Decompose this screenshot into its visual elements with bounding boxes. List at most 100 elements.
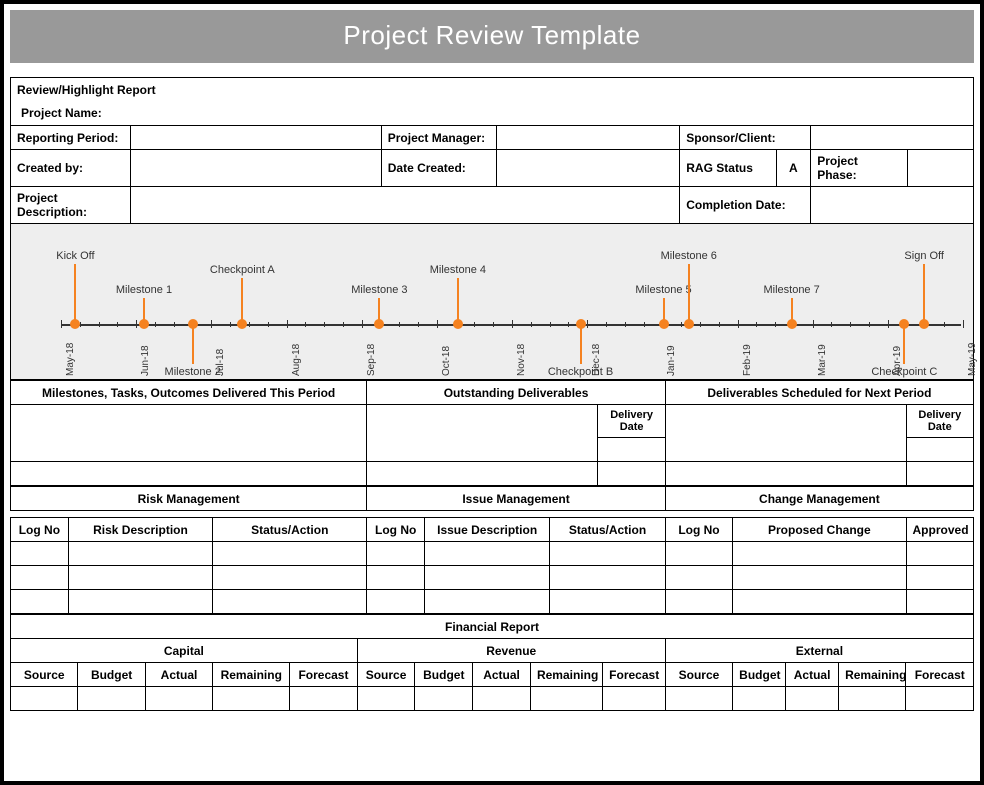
milestone-label: Kick Off bbox=[56, 250, 94, 262]
cell[interactable] bbox=[415, 687, 473, 711]
cell[interactable] bbox=[213, 542, 367, 566]
deliverables-cell[interactable] bbox=[11, 405, 367, 462]
outstanding-item[interactable] bbox=[367, 405, 598, 462]
cell[interactable] bbox=[473, 687, 531, 711]
management-detail-table: Log No Risk Description Status/Action Lo… bbox=[10, 517, 974, 614]
rag-status-label: RAG Status bbox=[680, 150, 776, 187]
tick-label: May-18 bbox=[65, 343, 76, 376]
log-no-header: Log No bbox=[665, 518, 732, 542]
outstanding-item[interactable] bbox=[367, 462, 598, 486]
tick-label: May-19 bbox=[967, 343, 978, 376]
cell[interactable] bbox=[425, 566, 550, 590]
cell[interactable] bbox=[550, 566, 666, 590]
delivery-date-value[interactable] bbox=[906, 438, 973, 462]
status-action-header: Status/Action bbox=[213, 518, 367, 542]
cell[interactable] bbox=[11, 590, 69, 614]
cell[interactable] bbox=[733, 566, 906, 590]
source-header: Source bbox=[11, 663, 78, 687]
completion-date-label: Completion Date: bbox=[680, 187, 811, 224]
deliverables-cell[interactable] bbox=[11, 462, 367, 486]
remaining-header: Remaining bbox=[839, 663, 906, 687]
cell[interactable] bbox=[357, 687, 415, 711]
cell[interactable] bbox=[906, 542, 973, 566]
delivery-date-value[interactable] bbox=[906, 462, 973, 486]
cell[interactable] bbox=[733, 542, 906, 566]
remaining-header: Remaining bbox=[213, 663, 290, 687]
cell[interactable] bbox=[733, 590, 906, 614]
cell[interactable] bbox=[213, 566, 367, 590]
cell[interactable] bbox=[78, 687, 145, 711]
cell[interactable] bbox=[68, 542, 212, 566]
delivery-date-value[interactable] bbox=[598, 462, 665, 486]
milestone-label: Milestone 6 bbox=[661, 250, 717, 262]
project-phase-value[interactable] bbox=[907, 150, 973, 187]
cell[interactable] bbox=[213, 590, 367, 614]
cell[interactable] bbox=[425, 542, 550, 566]
cell[interactable] bbox=[665, 566, 732, 590]
rag-status-value: A bbox=[776, 150, 811, 187]
cell[interactable] bbox=[425, 590, 550, 614]
project-description-value[interactable] bbox=[131, 187, 680, 224]
cell[interactable] bbox=[786, 687, 839, 711]
next-period-item[interactable] bbox=[665, 405, 906, 462]
cell[interactable] bbox=[603, 687, 666, 711]
reporting-period-label: Reporting Period: bbox=[11, 126, 131, 150]
cell[interactable] bbox=[906, 566, 973, 590]
deliverables-col3-header: Deliverables Scheduled for Next Period bbox=[665, 381, 973, 405]
issue-mgmt-header: Issue Management bbox=[367, 487, 666, 511]
cell[interactable] bbox=[367, 590, 425, 614]
log-no-header: Log No bbox=[367, 518, 425, 542]
cell[interactable] bbox=[550, 542, 666, 566]
cell[interactable] bbox=[665, 542, 732, 566]
sponsor-client-value[interactable] bbox=[811, 126, 974, 150]
milestone-label: Milestone 3 bbox=[351, 284, 407, 296]
tick-label: Nov-18 bbox=[516, 344, 527, 376]
management-table: Risk Management Issue Management Change … bbox=[10, 486, 974, 511]
cell[interactable] bbox=[665, 687, 732, 711]
cell[interactable] bbox=[11, 687, 78, 711]
risk-mgmt-header: Risk Management bbox=[11, 487, 367, 511]
delivery-date-header-2: Delivery Date bbox=[906, 405, 973, 438]
forecast-header: Forecast bbox=[603, 663, 666, 687]
next-period-item[interactable] bbox=[665, 462, 906, 486]
cell[interactable] bbox=[839, 687, 906, 711]
capital-header: Capital bbox=[11, 639, 358, 663]
budget-header: Budget bbox=[415, 663, 473, 687]
project-manager-value[interactable] bbox=[497, 126, 680, 150]
cell[interactable] bbox=[550, 590, 666, 614]
delivery-date-value[interactable] bbox=[598, 438, 665, 462]
cell[interactable] bbox=[145, 687, 212, 711]
date-created-label: Date Created: bbox=[381, 150, 497, 187]
status-action-header: Status/Action bbox=[550, 518, 666, 542]
actual-header: Actual bbox=[145, 663, 212, 687]
tick-label: Jan-19 bbox=[666, 345, 677, 376]
cell[interactable] bbox=[213, 687, 290, 711]
project-name-label: Project Name: bbox=[11, 102, 974, 126]
reporting-period-value[interactable] bbox=[131, 126, 381, 150]
completion-date-value[interactable] bbox=[811, 187, 974, 224]
actual-header: Actual bbox=[473, 663, 531, 687]
cell[interactable] bbox=[68, 590, 212, 614]
cell[interactable] bbox=[11, 566, 69, 590]
sponsor-client-label: Sponsor/Client: bbox=[680, 126, 811, 150]
cell[interactable] bbox=[906, 590, 973, 614]
date-created-value[interactable] bbox=[497, 150, 680, 187]
document-frame: Project Review Template Review/Highlight… bbox=[0, 0, 984, 785]
cell[interactable] bbox=[290, 687, 357, 711]
cell[interactable] bbox=[367, 566, 425, 590]
cell[interactable] bbox=[665, 590, 732, 614]
proposed-change-header: Proposed Change bbox=[733, 518, 906, 542]
tick-label: Oct-18 bbox=[441, 346, 452, 376]
created-by-value[interactable] bbox=[131, 150, 381, 187]
timeline: May-18Jun-18Jul-18Aug-18Sep-18Oct-18Nov-… bbox=[10, 224, 974, 380]
title-bar: Project Review Template bbox=[10, 10, 974, 63]
cell[interactable] bbox=[68, 566, 212, 590]
cell[interactable] bbox=[733, 687, 786, 711]
approved-header: Approved bbox=[906, 518, 973, 542]
cell[interactable] bbox=[11, 542, 69, 566]
tick-label: Jun-18 bbox=[140, 345, 151, 376]
cell[interactable] bbox=[530, 687, 602, 711]
cell[interactable] bbox=[906, 687, 974, 711]
deliverables-table: Milestones, Tasks, Outcomes Delivered Th… bbox=[10, 380, 974, 486]
cell[interactable] bbox=[367, 542, 425, 566]
